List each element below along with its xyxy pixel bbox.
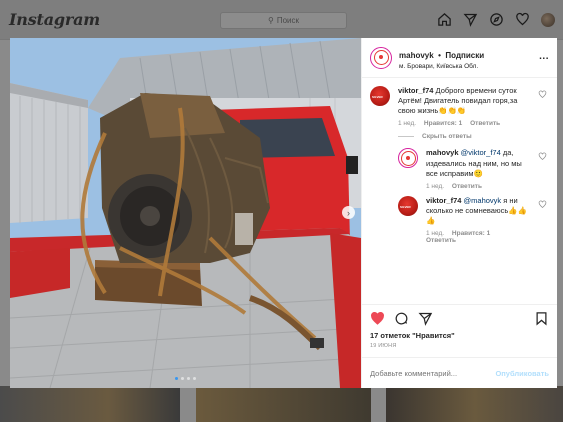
save-bookmark-icon[interactable] [534, 311, 549, 326]
comment-reply-button[interactable]: Ответить [452, 183, 482, 190]
carousel-dot [175, 377, 178, 380]
post-date[interactable]: 19 ИЮНЯ [362, 340, 557, 357]
add-comment-bar: Опубликовать [362, 357, 557, 388]
activity-heart-icon[interactable] [515, 12, 530, 27]
post-actions-bar [362, 304, 557, 331]
comment-time[interactable]: 1 нед. [426, 230, 444, 237]
commenter-avatar[interactable] [398, 148, 418, 169]
comment-time[interactable]: 1 нед. [426, 183, 444, 190]
post-modal: › mahovyk • Подписки м. Бровари, Київськ… [10, 38, 557, 388]
instagram-logo[interactable]: Instagram [9, 10, 100, 29]
author-info: mahovyk • Подписки м. Бровари, Київська … [399, 44, 484, 71]
comment-reply-button[interactable]: Ответить [470, 120, 500, 127]
carousel-dot [187, 377, 190, 380]
comment-likes[interactable]: Нравится: 1 [452, 230, 490, 237]
author-username[interactable]: mahovyk [399, 51, 434, 60]
carousel-next-button[interactable]: › [342, 206, 355, 219]
reply-comment: viktor_f74 @mahovyk я ни сколько не сомн… [398, 195, 549, 244]
comment-time[interactable]: 1 нед. [398, 120, 416, 127]
explore-icon[interactable] [489, 12, 504, 27]
comment-username[interactable]: viktor_f74 [398, 86, 433, 95]
post-header: mahovyk • Подписки м. Бровари, Київська … [362, 38, 557, 78]
feed-thumbnail [0, 386, 180, 422]
carousel-dot [181, 377, 184, 380]
comment-username[interactable]: viktor_f74 [426, 196, 461, 205]
like-heart-icon[interactable] [370, 311, 385, 326]
likes-count[interactable]: 17 отметок "Нравится" [362, 331, 557, 340]
search-icon: ⚲ [267, 16, 274, 25]
commenter-avatar[interactable] [398, 195, 418, 216]
comment-like-heart-icon[interactable] [538, 90, 547, 99]
comment-likes[interactable]: Нравится: 1 [424, 120, 462, 127]
add-comment-input[interactable] [370, 368, 480, 378]
comment-mention[interactable]: @viktor_f74 [461, 148, 501, 157]
post-location[interactable]: м. Бровари, Київська Обл. [399, 63, 484, 71]
comment-like-heart-icon[interactable] [538, 152, 547, 161]
share-direct-icon[interactable] [418, 311, 433, 326]
commenter-avatar[interactable] [370, 86, 390, 106]
post-sidebar: mahovyk • Подписки м. Бровари, Київська … [361, 38, 557, 388]
comment-bubble-icon[interactable] [394, 311, 409, 326]
reply-comment: mahovyk @viktor_f74 да, издевались над н… [398, 148, 549, 190]
direct-icon[interactable] [463, 12, 478, 27]
author-avatar[interactable] [370, 46, 392, 69]
hide-replies-label: Скрыть ответы [422, 133, 472, 141]
engine-on-truck-photo [10, 38, 361, 388]
profile-avatar[interactable] [541, 12, 555, 27]
carousel-dot [193, 377, 196, 380]
comments-list: viktor_f74 Доброго времени суток Артём! … [362, 78, 557, 304]
search-input[interactable]: ⚲ Поиск [220, 12, 347, 29]
feed-thumbnail [386, 386, 563, 422]
more-options-icon[interactable]: ... [539, 51, 549, 62]
post-photo[interactable]: › [10, 38, 361, 388]
publish-comment-button[interactable]: Опубликовать [495, 369, 549, 378]
hide-replies-button[interactable]: Скрыть ответы [398, 133, 549, 140]
top-navigation-bar: Instagram ⚲ Поиск [0, 0, 563, 40]
comment: viktor_f74 Доброго времени суток Артём! … [370, 86, 549, 127]
comment-mention[interactable]: @mahovyk [464, 196, 502, 205]
nav-icons [437, 12, 555, 27]
comment-reply-button[interactable]: Ответить [426, 237, 456, 244]
comment-like-heart-icon[interactable] [538, 200, 547, 209]
comment-username[interactable]: mahovyk [426, 148, 459, 157]
divider [398, 136, 414, 138]
separator-dot: • [438, 51, 441, 60]
search-placeholder: Поиск [276, 16, 300, 25]
follow-status-button[interactable]: Подписки [445, 51, 484, 60]
carousel-indicator [10, 377, 361, 380]
home-icon[interactable] [437, 12, 452, 27]
feed-thumbnail [196, 386, 371, 422]
